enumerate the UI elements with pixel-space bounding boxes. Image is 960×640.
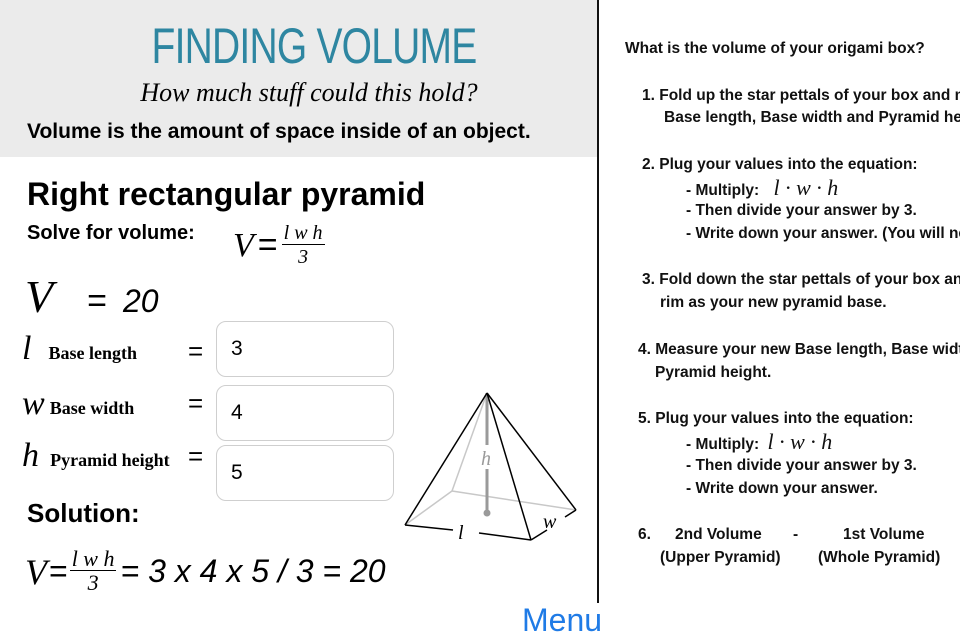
step-6-col-1: 2nd Volume [675,526,762,543]
var-base-length: l Base length [22,330,137,368]
multiply-expression: l · w · h [767,429,833,454]
label-w: w [543,511,557,533]
var-symbol: l [22,330,32,367]
definition-text: Volume is the amount of space inside of … [27,120,531,143]
solution-equation: V = l w h 3 = 3 x 4 x 5 / 3 = 20 [25,548,386,595]
step-2-write: - Write down your answer. (You will need… [686,225,960,242]
step-5-multiply: - Multiply: l · w · h [686,431,832,456]
step-2-divide: - Then divide your answer by 3. [686,202,917,219]
solution-calculation: = 3 x 4 x 5 / 3 = 20 [120,553,386,589]
step-6-minus: - [793,526,799,543]
step-5-line-1: 5. Plug your values into the equation: [638,410,914,427]
panel-divider [597,0,599,603]
solution-denominator: 3 [87,570,99,595]
label-l: l [458,522,464,544]
formula-numerator: l w h [281,222,325,245]
pyramid-diagram: h l w [404,392,577,544]
step-1-line-1: 1. Fold up the star pettals of your box … [642,87,960,104]
var-symbol: w [22,385,45,422]
solution-lhs: V [25,551,47,592]
solution-equals: = [49,553,68,589]
header-banner: FINDING VOLUME How much stuff could this… [0,0,598,157]
instructions-panel: What is the volume of your origami box? … [600,0,960,640]
solve-label: Solve for volume: [27,222,195,244]
equals-sign: = [188,336,204,366]
step-6-number: 6. [638,526,651,543]
pyramid-height-input[interactable]: 5 [216,445,394,501]
formula-equals: = [257,226,278,264]
var-label: Pyramid height [50,450,170,470]
step-5-write: - Write down your answer. [686,480,878,497]
step-3-line-1: 3. Fold down the star pettals of your bo… [642,271,960,288]
left-panel: FINDING VOLUME How much stuff could this… [0,0,598,640]
page-subtitle: How much stuff could this hold? [140,78,478,107]
formula-denominator: 3 [298,246,309,268]
solution-fraction: l w h 3 [69,546,117,595]
result-equals: = [87,282,107,320]
formula-lhs: V [233,226,254,264]
multiply-expression: l · w · h [773,175,839,200]
var-base-width: w Base width [22,385,134,423]
step-4-line-2: Pyramid height. [655,364,772,381]
equals-sign: = [188,441,204,471]
equals-sign: = [188,388,204,418]
base-width-input[interactable]: 4 [216,385,394,441]
multiply-label: - Multiply: [686,436,760,453]
instructions-question: What is the volume of your origami box? [625,40,925,57]
var-symbol: h [22,437,39,474]
result-value: 20 [122,283,159,319]
step-3-line-2: rim as your new pyramid base. [660,294,887,311]
var-pyramid-height: h Pyramid height [22,437,170,475]
formula-fraction: l w h 3 [281,222,325,269]
menu-button[interactable]: Menu [522,600,602,640]
multiply-label: - Multiply: [686,182,760,199]
var-label: Base length [48,343,138,363]
base-length-input[interactable]: 3 [216,321,394,377]
step-5-divide: - Then divide your answer by 3. [686,457,917,474]
var-label: Base width [49,398,135,418]
step-2-line-1: 2. Plug your values into the equation: [642,156,918,173]
volume-result: V = 20 [25,272,159,322]
shape-heading: Right rectangular pyramid [27,176,426,212]
step-2-multiply: - Multiply: l · w · h [686,177,838,202]
step-6-col-1-sub: (Upper Pyramid) [660,549,781,566]
volume-formula: V = l w h 3 [233,222,325,269]
solution-label: Solution: [27,498,140,528]
step-1-line-2: Base length, Base width and Pyramid heig… [664,109,960,126]
label-h: h [481,448,491,470]
page-title: FINDING VOLUME [151,18,478,74]
result-symbol: V [25,271,54,322]
step-6-col-2-sub: (Whole Pyramid) [818,549,941,566]
solution-numerator: l w h [69,546,117,571]
step-6-col-2: 1st Volume [843,526,925,543]
step-4-line-1: 4. Measure your new Base length, Base wi… [638,341,960,358]
